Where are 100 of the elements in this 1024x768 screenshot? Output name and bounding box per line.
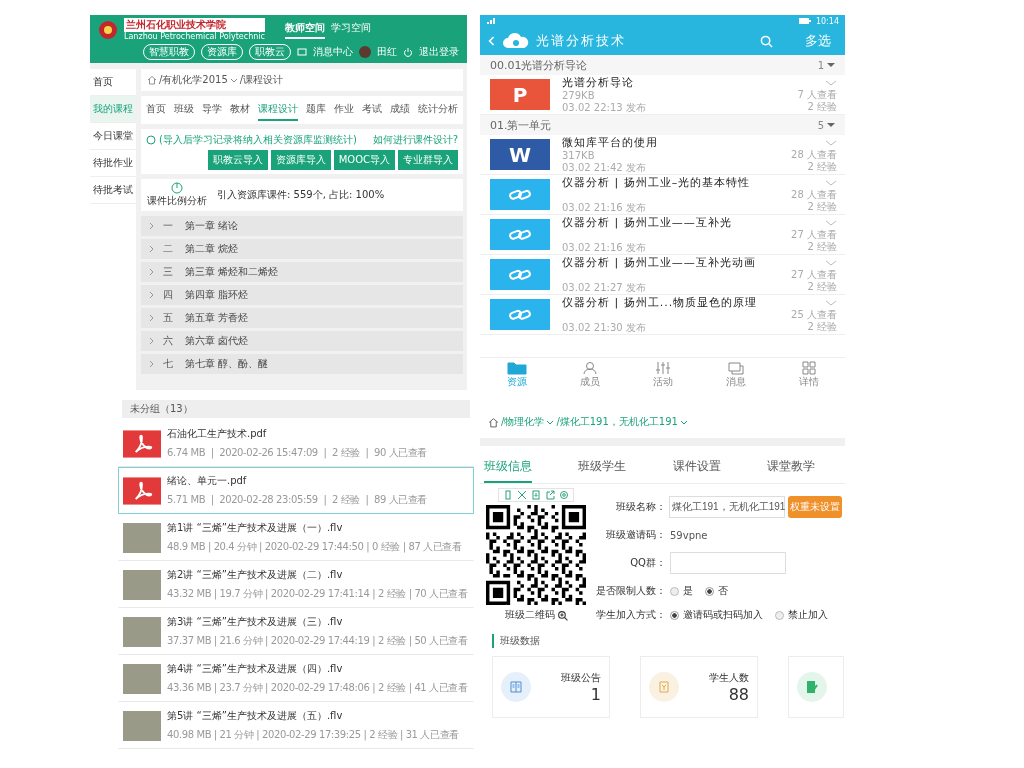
stats-title: 课件比例分析 xyxy=(147,194,207,208)
chevron-down-icon[interactable] xyxy=(825,79,837,86)
chapter-row[interactable]: 六 第六章 卤代烃 xyxy=(141,331,463,351)
qr-code-label: 班级二维码 xyxy=(504,608,555,622)
file-meta: 40.98 MB | 21 分钟 | 2020-02-29 17:39:25 | 2 经验 | 31 人已查看 xyxy=(167,728,459,742)
radio-button[interactable] xyxy=(775,610,784,620)
course-tab[interactable]: 教材 xyxy=(230,102,250,121)
chevron-right-icon xyxy=(147,360,155,368)
section-header[interactable]: 01.第一单元 5 xyxy=(480,115,845,135)
bottom-nav-item[interactable]: 活动 xyxy=(652,361,673,389)
video-thumbnail xyxy=(123,710,161,741)
resource-row[interactable]: 仪器分析 | 扬州工...物质显色的原理 03.02 21:30 发布 25 人查看 2 经验 xyxy=(480,295,845,335)
course-tab[interactable]: 班级 xyxy=(174,102,194,121)
publish-date: 03.02 21:16 发布 xyxy=(562,202,647,214)
stat-card[interactable]: 班级公告 1 xyxy=(492,656,610,718)
section-title: 01.第一单元 xyxy=(490,117,553,133)
chapter-row[interactable]: 四 第四章 脂环烃 xyxy=(141,285,463,305)
radio-button[interactable] xyxy=(705,586,714,596)
publish-date: 03.02 21:16 发布 xyxy=(562,242,647,254)
file-size: 317KB xyxy=(562,150,596,162)
search-icon[interactable] xyxy=(760,34,773,48)
chevron-right-icon xyxy=(147,268,155,276)
cloud-logo-icon xyxy=(502,33,530,49)
chapter-title: 第四章 脂环烃 xyxy=(185,288,249,302)
chevron-down-icon[interactable] xyxy=(825,139,837,146)
breadcrumb-link[interactable]: /有机化学2015 xyxy=(159,73,228,87)
stats-text: 引入资源库课件: 559个, 占比: 100% xyxy=(217,188,385,202)
chapter-row[interactable]: 七 第七章 醇、酚、醚 xyxy=(141,354,463,374)
experience-points: 2 经验 xyxy=(807,200,837,213)
bottom-nav-item[interactable]: 消息 xyxy=(725,361,746,389)
file-row[interactable]: 绪论、单元一.pdf 5.71 MB | 2020-02-28 23:05:59 | 2 经验 | 89 人已查看 xyxy=(118,467,474,514)
file-name: 第3讲 “三烯”生产技术及进展（三）.flv xyxy=(167,615,344,629)
radio-label: 是 xyxy=(683,584,693,598)
phone-icon[interactable] xyxy=(503,490,513,500)
chapter-title: 第五章 芳香烃 xyxy=(185,311,249,325)
video-thumbnail xyxy=(123,569,161,600)
chapter-number: 六 xyxy=(163,334,174,348)
experience-points: 2 经验 xyxy=(807,240,837,253)
invite-code: 59vpne xyxy=(670,529,708,541)
class-tab[interactable]: 课堂教学 xyxy=(767,454,815,483)
course-tab[interactable]: 考试 xyxy=(362,102,382,121)
chevron-down-icon[interactable] xyxy=(825,259,837,266)
course-tab[interactable]: 统计分析 xyxy=(418,102,458,121)
radio-button[interactable] xyxy=(670,586,679,596)
resource-row[interactable]: 仪器分析 | 扬州工业——互补光动画 03.02 21:27 发布 27 人查看 2 经验 xyxy=(480,255,845,295)
file-name: 第5讲 “三烯”生产技术及进展（五）.flv xyxy=(167,709,344,723)
qq-group-field[interactable] xyxy=(670,552,786,574)
chat-icon xyxy=(725,361,746,375)
course-tab[interactable]: 题库 xyxy=(306,102,326,121)
stat-card[interactable] xyxy=(788,656,844,718)
class-tab[interactable]: 课件设置 xyxy=(672,454,721,483)
file-row[interactable]: 第2讲 “三烯”生产技术及进展（二）.flv 43.32 MB | 19.7 分钟 | 2020-02-29 17:41:14 | 2 经验 | 70 人已查看 xyxy=(118,561,474,608)
course-tab[interactable]: 成绩 xyxy=(390,102,410,121)
zoom-icon[interactable] xyxy=(556,609,568,621)
file-row[interactable]: 第1讲 “三烯”生产技术及进展（一）.flv 48.9 MB | 20.4 分钟 | 2020-02-29 17:44:50 | 0 经验 | 87 人已查看 xyxy=(118,514,474,561)
bottom-nav-item[interactable]: 详情 xyxy=(798,361,819,389)
breadcrumb-link[interactable]: /课程设计 xyxy=(239,73,284,87)
file-row[interactable]: 石油化工生产技术.pdf 6.74 MB | 2020-02-26 15:47:09 | 2 经验 | 90 人已查看 xyxy=(118,420,474,467)
file-row[interactable]: 第3讲 “三烯”生产技术及进展（三）.flv 37.37 MB | 21.6 分钟 | 2020-02-29 17:44:19 | 2 经验 | 50 人已查看 xyxy=(118,608,474,655)
chapter-number: 七 xyxy=(163,357,174,371)
stat-card[interactable]: 学生人数 88 xyxy=(640,656,758,718)
chevron-down-icon[interactable] xyxy=(825,299,837,306)
resource-row[interactable]: W 微知库平台的使用 317KB 03.02 21:42 发布 28 人查看 2 经验 xyxy=(480,135,845,175)
class-tab[interactable]: 班级学生 xyxy=(578,454,627,483)
file-name: 绪论、单元一.pdf xyxy=(167,474,248,488)
chapter-number: 五 xyxy=(163,311,174,325)
chapter-row[interactable]: 一 第一章 绪论 xyxy=(141,216,463,236)
avatar[interactable] xyxy=(359,46,371,58)
battery-icon xyxy=(797,17,812,25)
section-header[interactable]: 00.01光谱分析导论 1 xyxy=(480,55,845,75)
chevron-down-icon[interactable] xyxy=(825,219,837,226)
bottom-nav-item[interactable]: 成员 xyxy=(579,361,600,389)
share-icon[interactable] xyxy=(545,490,555,500)
course-tab[interactable]: 作业 xyxy=(334,102,354,121)
chevron-down-icon[interactable] xyxy=(825,179,837,186)
file-row[interactable]: 第5讲 “三烯”生产技术及进展（五）.flv 40.98 MB | 21 分钟 | 2020-02-29 17:39:25 | 2 经验 | 31 人已查看 xyxy=(118,702,474,749)
view-count: 28 人查看 xyxy=(791,148,837,161)
file-meta: 5.71 MB | 2020-02-28 23:05:59 | 2 经验 | 89 人已查看 xyxy=(167,493,428,507)
class-name-field[interactable]: 煤化工191，无机化工191 xyxy=(669,496,785,518)
chapter-row[interactable]: 二 第二章 烷烃 xyxy=(141,239,463,259)
field-label: 班级名称： xyxy=(615,500,666,514)
resource-row[interactable]: 仪器分析 | 扬州工业–光的基本特性 03.02 21:16 发布 28 人查看 2 经验 xyxy=(480,175,845,215)
sidebar-item[interactable]: 待批作业 xyxy=(90,150,136,177)
course-tab[interactable]: 首页 xyxy=(146,102,166,121)
school-name: 兰州石化职业技术学院 xyxy=(124,18,265,32)
radio-button[interactable] xyxy=(670,610,679,620)
chapter-title: 第六章 卤代烃 xyxy=(185,334,249,348)
publish-date: 03.02 21:42 发布 xyxy=(562,162,647,174)
back-icon[interactable] xyxy=(488,35,496,47)
resource-row[interactable]: 仪器分析 | 扬州工业——互补光 03.02 21:16 发布 27 人查看 2 经验 xyxy=(480,215,845,255)
sidebar-item[interactable]: 待批考试 xyxy=(90,177,136,204)
chapter-row[interactable]: 五 第五章 芳香烃 xyxy=(141,308,463,328)
stat-label: 班级公告 xyxy=(561,670,601,685)
course-tab[interactable]: 导学 xyxy=(202,102,222,121)
home-icon xyxy=(147,75,157,85)
file-row[interactable]: 第4讲 “三烯”生产技术及进展（四）.flv 43.36 MB | 23.7 分钟 | 2020-02-29 17:48:06 | 2 经验 | 41 人已查看 xyxy=(118,655,474,702)
download-icon[interactable] xyxy=(531,490,541,500)
experience-points: 2 经验 xyxy=(807,160,837,173)
chapter-row[interactable]: 三 第三章 烯烃和二烯烃 xyxy=(141,262,463,282)
sidebar-item[interactable]: 今日课堂 xyxy=(90,123,136,150)
